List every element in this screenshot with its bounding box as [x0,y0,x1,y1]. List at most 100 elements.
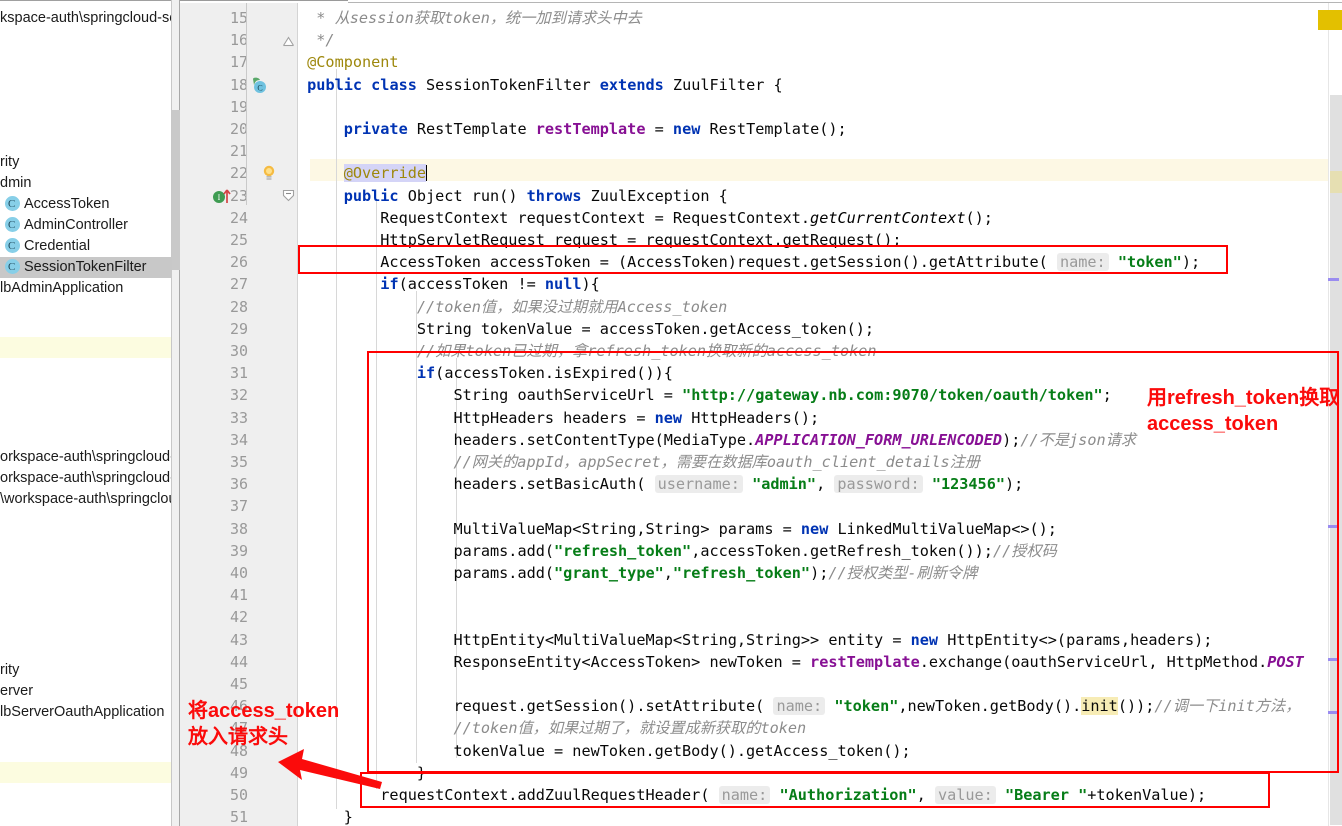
tree-item[interactable]: erver [0,681,33,702]
line-number[interactable]: 25 [184,229,248,251]
code-line[interactable]: * 从session获取token，统一加到请求头中去 [298,7,641,29]
fold-end-icon[interactable] [282,34,295,52]
line-number[interactable]: 51 [184,806,248,826]
code-line[interactable]: headers.setContentType(MediaType.APPLICA… [298,429,1136,451]
spring-bean-class-icon[interactable]: C [250,76,270,94]
tree-item[interactable]: \workspace-auth\springcloud-s [0,489,180,510]
line-number[interactable]: 32 [184,384,248,406]
tree-item-label: erver [0,683,34,699]
implementing-method-icon[interactable]: I [212,187,236,206]
tree-item[interactable]: AdminController [0,215,128,236]
line-number[interactable]: 19 [184,96,248,118]
code-line[interactable]: //token值，如果没过期就用Access_token [298,296,727,318]
tree-item-label: AccessToken [24,196,110,212]
tree-item[interactable]: lbServerOauthApplication [0,702,164,723]
line-number[interactable]: 21 [184,140,248,162]
lightbulb-intention-icon[interactable] [262,165,276,182]
code-line[interactable]: ResponseEntity<AccessToken> newToken = r… [298,651,1303,673]
code-line[interactable]: request.getSession().setAttribute( name:… [298,695,1300,717]
tree-item[interactable]: kspace-auth\springcloud-securi [0,8,180,29]
code-line[interactable]: params.add("refresh_token",accessToken.g… [298,540,1056,562]
line-number[interactable]: 18 [184,74,248,96]
occurrence-marker[interactable] [1328,711,1339,714]
code-line[interactable]: headers.setBasicAuth( username: "admin",… [298,473,1023,495]
tree-item[interactable]: rity [0,152,19,173]
line-number[interactable]: 44 [184,651,248,673]
code-line[interactable]: HttpServletRequest request = requestCont… [298,229,901,251]
line-number[interactable]: 17 [184,51,248,73]
line-number[interactable]: 31 [184,362,248,384]
code-line[interactable]: tokenValue = newToken.getBody().getAcces… [298,740,910,762]
tree-item-label: lbAdminApplication [0,280,124,296]
editor-scrollbar-track[interactable] [1330,95,1342,825]
code-line[interactable]: String oauthServiceUrl = "http://gateway… [298,384,1111,406]
tree-item[interactable]: orkspace-auth\springcloud-sec [0,447,180,468]
code-line[interactable]: HttpHeaders headers = new HttpHeaders(); [298,407,819,429]
project-panel-scrollbar[interactable] [171,0,180,826]
code-line[interactable]: if(accessToken.isExpired()){ [298,362,673,384]
line-number[interactable]: 30 [184,340,248,362]
fold-collapse-icon[interactable] [282,189,295,207]
tree-row-blank[interactable] [0,337,180,358]
project-tree-panel[interactable]: kspace-auth\springcloud-securi rity dmin Ac… [0,0,180,826]
line-number[interactable]: 34 [184,429,248,451]
code-line[interactable]: public Object run() throws ZuulException… [298,185,728,207]
line-number[interactable]: 43 [184,629,248,651]
line-number[interactable]: 16 [184,29,248,51]
line-number[interactable]: 40 [184,562,248,584]
line-number[interactable]: 29 [184,318,248,340]
tree-item[interactable]: orkspace-auth\springcloud-sec [0,468,180,489]
occurrence-marker[interactable] [1328,658,1339,661]
code-line[interactable]: HttpEntity<MultiValueMap<String,String>>… [298,629,1212,651]
tree-item-label: lbServerOauthApplication [0,704,165,720]
tree-item[interactable]: lbAdminApplication [0,278,123,299]
line-number[interactable]: 27 [184,273,248,295]
tree-item[interactable]: dmin [0,173,31,194]
line-number[interactable]: 35 [184,451,248,473]
code-line[interactable]: if(accessToken != null){ [298,273,599,295]
code-line[interactable]: } [298,806,353,826]
tree-item[interactable]: SessionTokenFilter [0,257,180,278]
line-number[interactable]: 20 [184,118,248,140]
code-line[interactable]: MultiValueMap<String,String> params = ne… [298,518,1057,540]
code-line[interactable]: */ [298,29,334,51]
line-number[interactable]: 45 [184,673,248,695]
tree-item[interactable]: rity [0,660,19,681]
code-line[interactable]: @Component [298,51,398,73]
tree-item[interactable]: AccessToken [0,194,109,215]
code-line[interactable]: //token值，如果过期了，就设置成新获取的token [298,717,806,739]
tree-item[interactable]: Credential [0,236,90,257]
code-line[interactable]: public class SessionTokenFilter extends … [298,74,783,96]
warning-chip-icon[interactable] [1318,10,1342,30]
line-number[interactable]: 36 [184,473,248,495]
tree-item-label: dmin [0,175,32,191]
line-number[interactable]: 49 [184,762,248,784]
line-number[interactable]: 41 [184,584,248,606]
line-number[interactable]: 50 [184,784,248,806]
line-number[interactable]: 42 [184,606,248,628]
line-number[interactable]: 15 [184,7,248,29]
line-number[interactable]: 28 [184,296,248,318]
line-number[interactable]: 33 [184,407,248,429]
tree-row-blank[interactable] [0,762,180,783]
code-line[interactable]: RequestContext requestContext = RequestC… [298,207,993,229]
line-number[interactable]: 37 [184,495,248,517]
code-line[interactable]: requestContext.addZuulRequestHeader( nam… [298,784,1206,806]
scrollbar-thumb[interactable] [172,110,180,270]
code-line[interactable]: //如果token已过期，拿refresh_token换取新的access_to… [298,340,877,362]
tree-item-label: rity [0,154,20,170]
occurrence-marker[interactable] [1328,525,1339,528]
code-line[interactable]: String tokenValue = accessToken.getAcces… [298,318,874,340]
code-line[interactable]: params.add("grant_type","refresh_token")… [298,562,977,584]
line-number[interactable]: 26 [184,251,248,273]
code-line[interactable]: //网关的appId，appSecret，需要在数据库oauth_client_… [298,451,980,473]
code-line[interactable]: private RestTemplate restTemplate = new … [298,118,847,140]
occurrence-marker[interactable] [1328,278,1339,281]
code-line[interactable]: @Override [298,162,428,184]
line-number[interactable]: 24 [184,207,248,229]
line-number[interactable]: 22 [184,162,248,184]
code-line[interactable]: AccessToken accessToken = (AccessToken)r… [298,251,1200,273]
line-number[interactable]: 39 [184,540,248,562]
line-number[interactable]: 38 [184,518,248,540]
tree-item-label: orkspace-auth\springcloud-sec [0,449,180,465]
